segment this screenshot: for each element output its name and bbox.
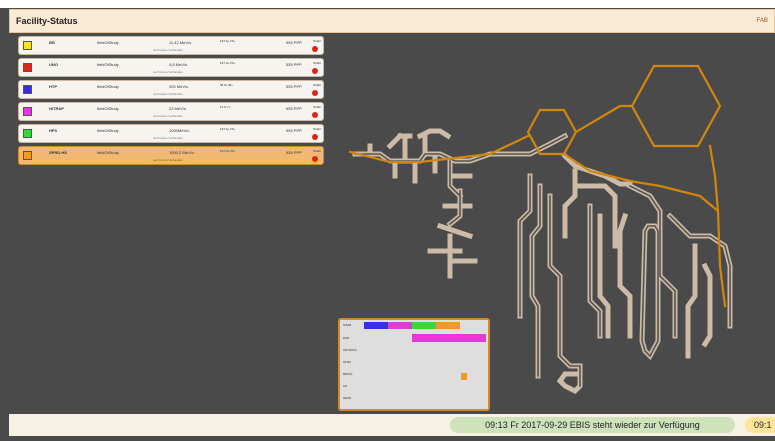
page-header: Facility-Status FAB [9,9,775,33]
status-color-square [23,63,32,72]
row-subtext: noch keine Vorhanden [153,70,183,74]
row-subtext: noch keine Vorhanden [153,92,183,96]
row-isotope: 197 Au 25+ [220,149,236,153]
status-bar: 09:13 Fr 2017-09-29 EBIS steht wieder zu… [9,414,775,436]
status-row[interactable]: HTP fieldOfStudy 300 MeV/u noch keine Vorha… [18,80,324,99]
row-study: fieldOfStudy [97,150,119,155]
legend-row-label: CR [343,384,348,388]
legend-timeline-bar [412,334,486,342]
header-right-label: FAB [756,18,768,24]
legend-row-label: SIS18 [343,323,352,327]
legend-timeline-bar [436,322,460,329]
status-dot-icon [312,46,318,52]
status-color-square [23,41,32,50]
row-mini-label: Strahl [313,61,321,65]
row-mini-label: Strahl [313,83,321,87]
row-ppp: 555 PPP [286,128,302,133]
row-mini-label: Strahl [313,105,321,109]
legend-row-label: ESR [343,336,350,340]
status-dot-icon [312,112,318,118]
row-study: fieldOfStudy [97,40,119,45]
row-value: 22 MeV/u [169,106,187,111]
legend-row-label: SFRS [343,360,352,364]
row-subtext: noch keine Vorhanden [153,48,183,52]
legend-timeline-bar [364,322,388,329]
row-name: HITRAP [49,106,64,111]
row-ppp: 555 PPP [286,40,302,45]
row-mini-label: Strahl [313,39,321,43]
row-name: UNO [49,62,58,67]
row-mini-label: Strahl [313,149,321,153]
row-subtext: noch keine Vorhanden [153,114,183,118]
row-value: 11,42 MeV/u [169,40,192,45]
row-name: HFS [49,128,57,133]
row-value: 1000,2 MeV/u [169,150,194,155]
row-isotope: 12 N 7+ [220,105,231,109]
legend-panel: SIS18 ESR CRYRING SFRS BRIGS CR HESR [338,318,490,411]
row-study: fieldOfStudy [97,106,119,111]
status-row[interactable]: BR fieldOfStudy 11,42 MeV/u noch keine Vorh… [18,36,324,55]
status-color-square [23,85,32,94]
legend-timeline-bar [412,322,436,329]
status-color-square [23,151,32,160]
row-value: 1000MeV/u [169,128,190,133]
row-name: SPRD-HS [49,150,68,155]
row-subtext: noch keine Vorhanden [153,136,183,140]
row-value: 300 MeV/u [169,84,189,89]
row-ppp: 555 PPP [286,62,302,67]
status-color-square [23,129,32,138]
row-value: 4,8 MeV/u [169,62,188,67]
row-subtext: noch keine Vorhanden [153,158,183,162]
status-message-next: 09:1 [745,417,775,433]
row-study: fieldOfStudy [97,84,119,89]
status-row[interactable]: HITRAP fieldOfStudy 22 MeV/u noch keine Vor… [18,102,324,121]
row-isotope: 197 Au 25+ [220,39,236,43]
row-ppp: 555 PPP [286,106,302,111]
status-dot-icon [312,68,318,74]
status-dot-icon [312,134,318,140]
row-isotope: 197 Au 25+ [220,61,236,65]
row-name: BR [49,40,55,45]
status-message: 09:13 Fr 2017-09-29 EBIS steht wieder zu… [450,417,735,433]
legend-timeline-bar [388,322,412,329]
row-mini-label: Strahl [313,127,321,131]
row-isotope: 197 Au 25+ [220,127,236,131]
legend-row-label: HESR [343,396,352,400]
row-name: HTP [49,84,57,89]
row-isotope: 58 Ni 28+ [220,83,233,87]
status-dot-icon [312,156,318,162]
row-study: fieldOfStudy [97,128,119,133]
status-color-square [23,107,32,116]
legend-row-label: BRIGS [343,372,353,376]
page-title: Facility-Status [16,16,78,26]
row-ppp: 555 PPP [286,150,302,155]
status-row[interactable]: UNO fieldOfStudy 4,8 MeV/u noch keine Vorha… [18,58,324,77]
legend-timeline-bar [461,373,467,380]
window-top-strip [0,0,775,8]
status-list: BR fieldOfStudy 11,42 MeV/u noch keine Vorh… [18,36,324,178]
row-ppp: 555 PPP [286,84,302,89]
legend-row-label: CRYRING [343,348,357,352]
status-dot-icon [312,90,318,96]
row-study: fieldOfStudy [97,62,119,67]
status-row[interactable]: HFS fieldOfStudy 1000MeV/u noch keine Vorha… [18,124,324,143]
status-row[interactable]: SPRD-HS fieldOfStudy 1000,2 MeV/u noch kein… [18,146,324,165]
